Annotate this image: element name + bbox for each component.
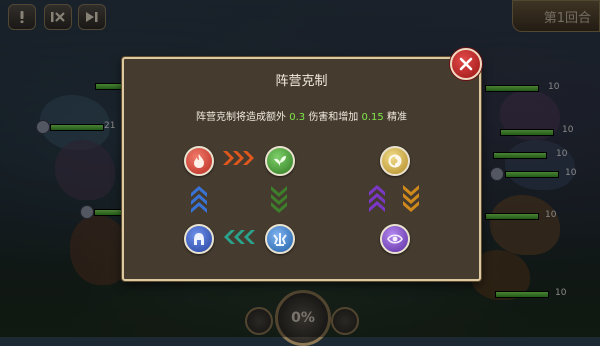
faction-wood-orb	[265, 146, 295, 176]
gold-arrows-down	[403, 185, 419, 212]
close-icon	[459, 57, 473, 71]
faction-dark-orb	[380, 224, 410, 254]
fire-icon	[194, 154, 204, 168]
light-icon	[388, 154, 402, 168]
dialog-description: 阵营克制将造成额外 0.3 伤害和增加 0.15 精准	[124, 108, 479, 123]
desc-suffix: 精准	[386, 112, 407, 123]
desc-middle: 伤害和增加	[308, 112, 359, 123]
desc-prefix: 阵营克制将造成额外	[196, 112, 287, 123]
faction-steel-orb	[184, 224, 214, 254]
faction-water-orb	[265, 224, 295, 254]
faction-fire-orb	[184, 146, 214, 176]
damage-bonus-value: 0.3	[289, 112, 306, 123]
helmet-icon	[194, 232, 204, 245]
teal-arrows-left	[224, 230, 255, 244]
faction-light-orb	[380, 146, 410, 176]
green-arrows-down	[271, 186, 287, 213]
leaf-icon	[274, 156, 286, 167]
orange-arrows-right	[223, 151, 254, 165]
purple-arrows-up	[369, 185, 385, 212]
dialog-title: 阵营克制	[275, 74, 328, 89]
faction-counter-dialog: 阵营克制 阵营克制将造成额外 0.3 伤害和增加 0.15 精准	[122, 57, 481, 281]
accuracy-bonus-value: 0.15	[361, 112, 384, 123]
dark-icon	[387, 234, 403, 244]
close-button[interactable]	[450, 48, 482, 80]
water-icon	[273, 233, 287, 246]
blue-arrows-up	[191, 186, 207, 213]
